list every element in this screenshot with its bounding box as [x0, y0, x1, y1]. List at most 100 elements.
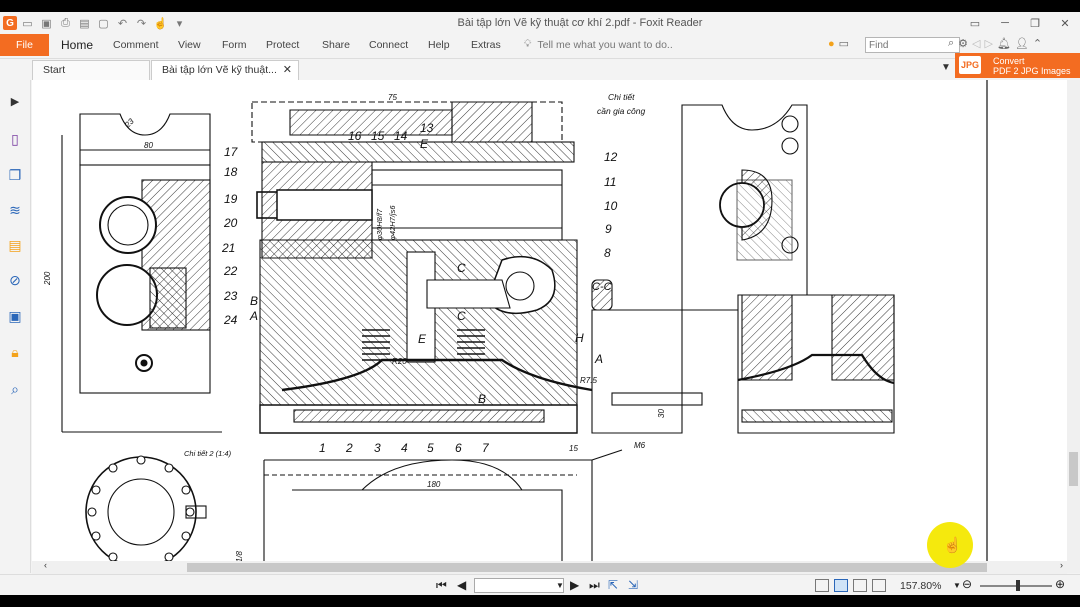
- tab-share[interactable]: Share: [322, 34, 350, 56]
- tab-extras[interactable]: Extras: [471, 34, 501, 56]
- callout-12: 12: [604, 150, 618, 164]
- pdf-page-view[interactable]: 23 75 80 200 180 15 30 M6 R1/8 R20 R7.5 …: [32, 80, 1067, 573]
- zoom-slider-thumb[interactable]: [1016, 580, 1020, 591]
- close-tab-icon[interactable]: ✕: [283, 61, 292, 80]
- zoom-in-icon[interactable]: ⊕: [1055, 577, 1065, 591]
- tell-me-box[interactable]: 💡︎ Tell me what you want to do..: [524, 38, 673, 51]
- single-page-view-icon[interactable]: [815, 579, 829, 592]
- tab-help[interactable]: Help: [428, 34, 450, 56]
- convert-pdf-button[interactable]: JPG Convert PDF 2 JPG Images: [955, 53, 1080, 78]
- folder-search-icon[interactable]: ▭: [839, 37, 849, 50]
- ribbon-tabs: File Home Comment View Form Protect Shar…: [0, 34, 1080, 56]
- last-page-icon[interactable]: ⏭: [589, 578, 600, 593]
- tab-view[interactable]: View: [178, 34, 201, 56]
- page-number-input[interactable]: [474, 578, 564, 593]
- tab-current-label: Bài tập lớn Vẽ kỹ thuật...: [162, 64, 277, 76]
- ribbon-display-icon[interactable]: ▭: [960, 12, 990, 34]
- callout-1: 1: [319, 441, 326, 455]
- callout-2: 2: [345, 441, 353, 455]
- security-lock-icon[interactable]: 🔒︎: [6, 343, 24, 361]
- vertical-scrollbar[interactable]: [1067, 80, 1080, 573]
- callout-5: 5: [427, 441, 434, 455]
- zoom-dropdown-icon[interactable]: ▼: [953, 581, 961, 590]
- technical-drawing: 23 75 80 200 180 15 30 M6 R1/8 R20 R7.5 …: [43, 80, 988, 573]
- tab-protect[interactable]: Protect: [266, 34, 299, 56]
- dim-75: 75: [388, 93, 397, 102]
- window-title: Bài tập lớn Vẽ kỹ thuật cơ khí 2.pdf - F…: [457, 17, 703, 29]
- settings-icon[interactable]: ⚙: [958, 37, 968, 50]
- callout-7: 7: [482, 441, 490, 455]
- search-icon[interactable]: ⌕: [948, 37, 954, 50]
- tab-current-document[interactable]: Bài tập lớn Vẽ kỹ thuật... ✕: [151, 60, 299, 80]
- zoom-level[interactable]: 157.80%: [900, 580, 941, 592]
- section-c-bottom: C: [457, 309, 466, 323]
- layers-icon[interactable]: ≋: [6, 201, 24, 219]
- search-person-icon[interactable]: ⌕: [6, 380, 24, 398]
- restore-icon[interactable]: ❐: [1020, 12, 1050, 34]
- section-b-left: B: [250, 294, 258, 308]
- facing-view-icon[interactable]: [853, 579, 867, 592]
- horizontal-scrollbar[interactable]: ‹ ›: [32, 560, 1067, 574]
- tab-list-dropdown-icon[interactable]: ▼: [941, 62, 951, 73]
- continuous-facing-view-icon[interactable]: [872, 579, 886, 592]
- tab-start[interactable]: Start: [32, 60, 150, 80]
- fit-30: φ30H8/f7: [375, 208, 384, 240]
- zoom-out-icon[interactable]: ⊖: [962, 577, 972, 591]
- first-page-icon[interactable]: ⏮: [436, 578, 447, 593]
- convert-icon: JPG: [959, 56, 981, 74]
- fit-42: φ42H7/js6: [388, 205, 397, 240]
- comments-icon[interactable]: ▤: [6, 236, 24, 254]
- attachments-icon[interactable]: ⊘: [6, 271, 24, 289]
- convert-line1: Convert: [993, 56, 1025, 66]
- horizontal-scroll-thumb[interactable]: [187, 563, 987, 572]
- expand-pane-icon[interactable]: ▶: [6, 92, 24, 110]
- face-icon[interactable]: ●: [828, 38, 835, 50]
- vertical-scroll-thumb[interactable]: [1069, 452, 1078, 486]
- document-tabs: Start Bài tập lớn Vẽ kỹ thuật... ✕ ▼: [0, 58, 1080, 80]
- section-cc: C-C: [592, 281, 612, 293]
- section-c-top: C: [457, 261, 466, 275]
- callout-9: 9: [605, 222, 612, 236]
- dim-15: M6: [634, 441, 646, 450]
- continuous-view-icon[interactable]: [834, 579, 848, 592]
- dim-80: 80: [144, 141, 153, 150]
- callout-14: 14: [394, 129, 408, 143]
- callout-8: 8: [604, 246, 611, 260]
- next-page-icon[interactable]: ▶: [570, 578, 579, 592]
- section-a-left: A: [249, 309, 258, 323]
- forward-icon[interactable]: ▷: [985, 37, 993, 50]
- callout-15: 15: [371, 129, 385, 143]
- foxit-reader-window: G ▭ ▣ ⎙ ▤ ▢ ↶ ↷ ☝ ▾ Bài tập lớn Vẽ kỹ th…: [0, 12, 1080, 595]
- bookmark-icon[interactable]: ▯: [6, 130, 24, 148]
- tab-comment[interactable]: Comment: [113, 34, 159, 56]
- account-icon[interactable]: 👤︎: [1015, 37, 1029, 50]
- callout-20: 20: [223, 216, 238, 230]
- tab-home[interactable]: Home: [61, 34, 93, 56]
- scroll-right-icon[interactable]: ›: [1060, 560, 1063, 570]
- minimize-icon[interactable]: ─: [990, 12, 1020, 34]
- next-view-icon[interactable]: ⇲: [628, 578, 638, 592]
- tab-file[interactable]: File: [0, 34, 49, 56]
- pages-icon[interactable]: ❐: [6, 166, 24, 184]
- tab-connect[interactable]: Connect: [369, 34, 408, 56]
- scroll-left-icon[interactable]: ‹: [44, 560, 47, 570]
- section-h: H: [575, 331, 584, 345]
- find-input[interactable]: [865, 37, 960, 53]
- previous-view-icon[interactable]: ⇱: [608, 578, 618, 592]
- signatures-icon[interactable]: ▣: [6, 307, 24, 325]
- close-icon[interactable]: ✕: [1050, 12, 1080, 34]
- collapse-ribbon-icon[interactable]: ⌃: [1033, 37, 1042, 50]
- dim-m6: R20: [392, 357, 407, 366]
- callout-19: 19: [224, 192, 238, 206]
- notification-icon[interactable]: 🔔︎: [997, 37, 1011, 50]
- tell-me-text: Tell me what you want to do..: [537, 38, 673, 51]
- section-b-right: B: [478, 392, 486, 406]
- cursor-highlight: ☝: [927, 522, 973, 568]
- back-icon[interactable]: ◁: [972, 37, 980, 50]
- navigation-pane: ▶ ▯ ❐ ≋ ▤ ⊘ ▣ 🔒︎ ⌕: [0, 80, 31, 573]
- hand-cursor-icon: ☝: [943, 537, 962, 554]
- tab-form[interactable]: Form: [222, 34, 247, 56]
- previous-page-icon[interactable]: ◀: [457, 578, 466, 592]
- dim-23: 30: [657, 409, 666, 418]
- page-dropdown-icon[interactable]: ▼: [556, 581, 564, 590]
